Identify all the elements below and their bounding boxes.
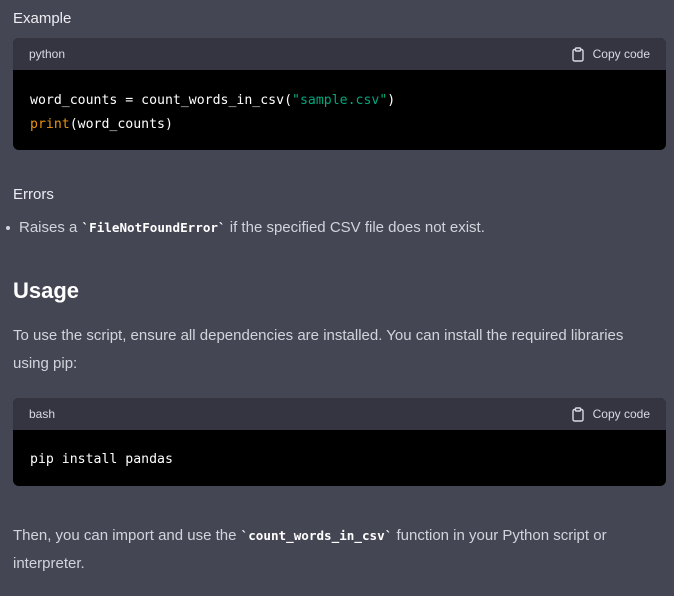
clipboard-icon — [571, 406, 585, 422]
code-language-label: bash — [29, 407, 56, 421]
example-heading: Example — [13, 10, 72, 27]
bash-code-block: bash Copy code pip install pandas — [13, 398, 666, 486]
code-header: bash Copy code — [13, 398, 666, 430]
python-code-block: python Copy code word_counts = count_wor… — [13, 38, 666, 150]
copy-code-label: Copy code — [592, 407, 650, 421]
code-line: pip install pandas — [30, 452, 173, 467]
final-paragraph: Then, you can import and use the `count_… — [13, 527, 607, 572]
code-header: python Copy code — [13, 38, 666, 70]
bullet-point — [6, 226, 10, 230]
copy-code-label: Copy code — [592, 47, 650, 61]
usage-heading: Usage — [13, 278, 80, 303]
code-line: word_counts = count_words_in_csv("sample… — [30, 93, 396, 108]
code-content: pip install pandas — [13, 430, 666, 486]
clipboard-icon — [571, 46, 585, 62]
code-language-label: python — [29, 47, 66, 61]
errors-bullet-text: Raises a `FileNotFoundError` if the spec… — [19, 219, 485, 236]
code-content: word_counts = count_words_in_csv("sample… — [13, 70, 666, 150]
usage-paragraph: To use the script, ensure all dependenci… — [13, 327, 624, 372]
code-line: print(word_counts) — [30, 117, 173, 132]
copy-code-button[interactable]: Copy code — [571, 46, 650, 62]
errors-heading: Errors — [13, 186, 54, 203]
copy-code-button[interactable]: Copy code — [571, 406, 650, 422]
